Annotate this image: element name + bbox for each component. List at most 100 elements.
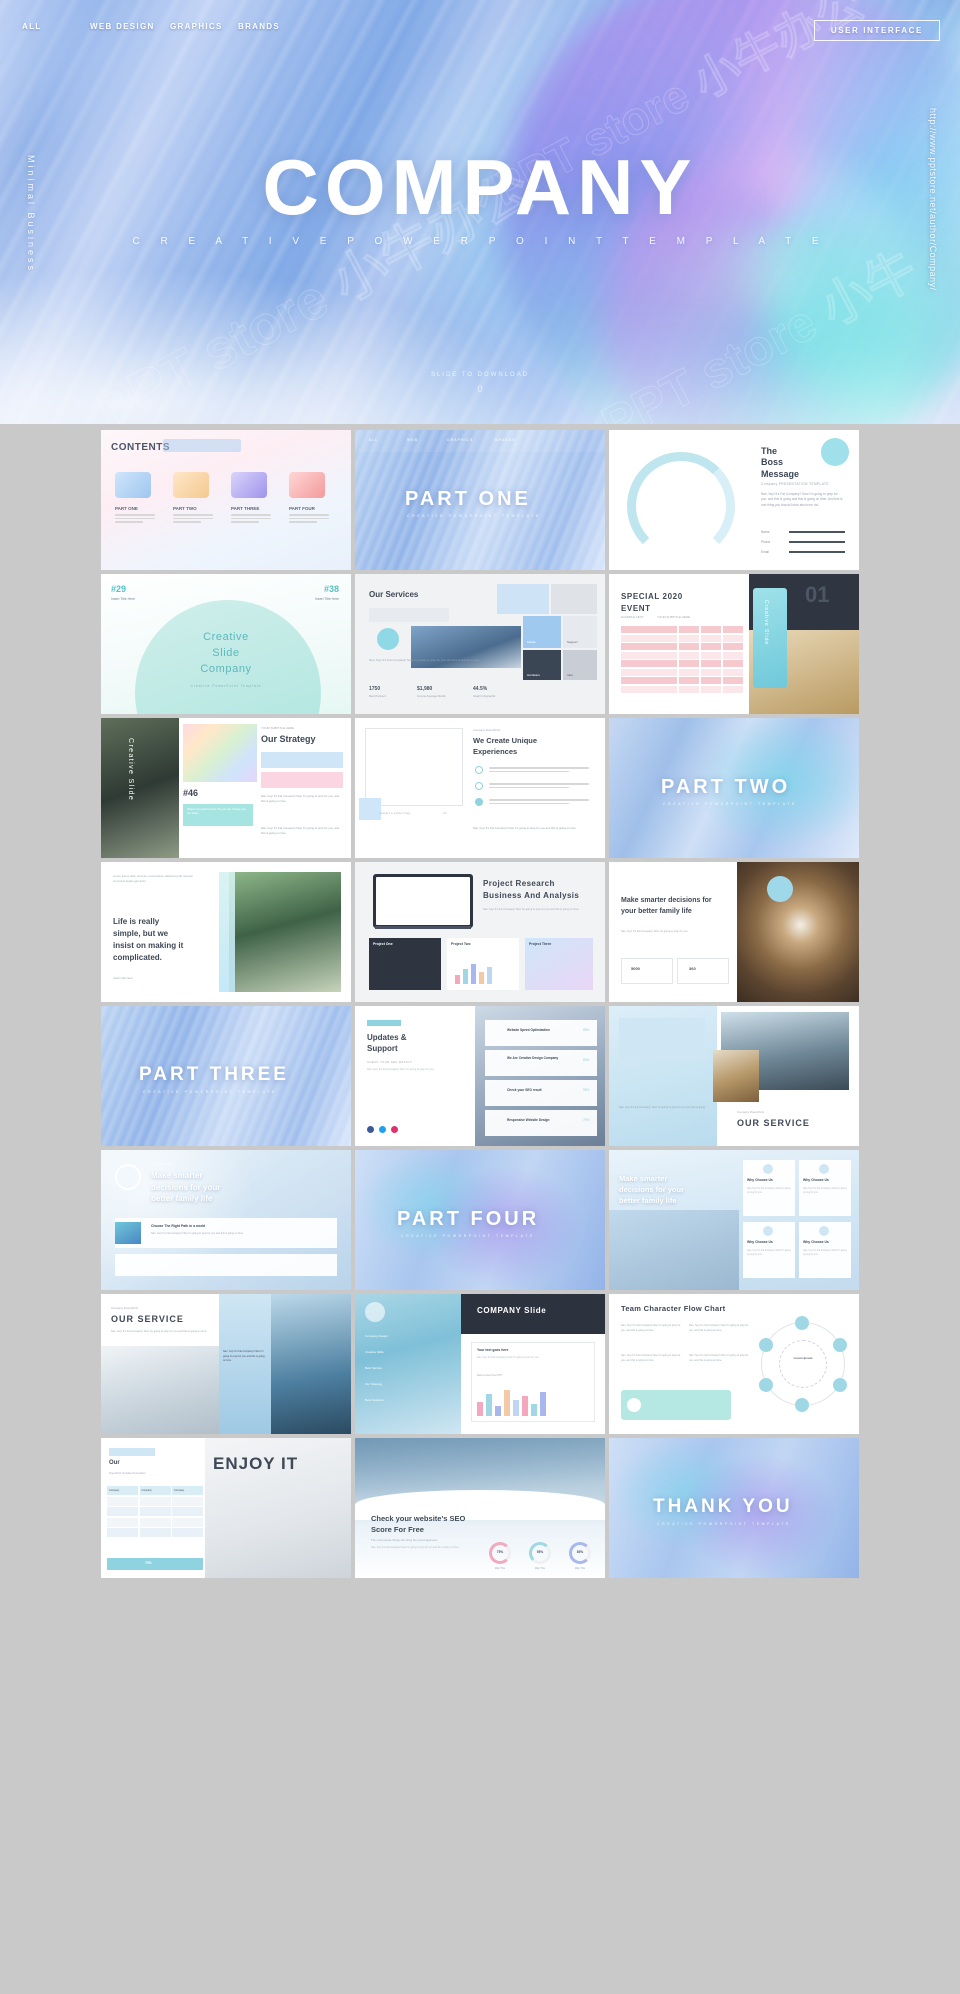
slide-thumb-part-two[interactable]: PART TWO CREATIVE POWERPOINT TEMPLATE [609, 718, 859, 858]
slide-thumb-part-one[interactable]: ALL WEB GRAPHICS BRANDS PART ONE CREATIV… [355, 430, 605, 570]
capsule-icon [289, 472, 325, 498]
menu-item[interactable]: Our Strategy [365, 1382, 382, 1386]
hero-nav[interactable]: ALL WEB DESIGN GRAPHICS BRANDS [22, 22, 310, 31]
slide-body: Nan, hey! It's Fat Company! Now I'm goin… [747, 1188, 791, 1194]
nav-item-graphics[interactable]: GRAPHICS [170, 22, 238, 31]
slide-thumb-company-slide[interactable]: COMPANY Slide Company Design Creative Sl… [355, 1294, 605, 1434]
slide-thumb-smarter-decisions-b[interactable]: Insert Title Here Make smarter decisions… [101, 1150, 351, 1290]
slide-sub: Choose The Right Path in a world [151, 1224, 206, 1228]
slide-thumb-updates-support[interactable]: Updates & Support CHECK YOUR SEO RESULT … [355, 1006, 605, 1146]
slide-thumb-smarter-decisions-a[interactable]: Make smarter decisions for your better f… [609, 862, 859, 1002]
twitter-icon[interactable] [379, 1126, 386, 1133]
label-left: Insert Title Here [111, 597, 135, 601]
slide-body: Nan, hey! It's Fat Company! Now I'm goin… [477, 1356, 540, 1359]
nav-item-brands[interactable]: BRANDS [238, 22, 310, 31]
slide-subtitle: Creative PowerPoint Template [190, 684, 262, 688]
tile-label: Idea [567, 673, 573, 677]
donut-label: Main Title [534, 1567, 546, 1570]
slide-thumb-part-four[interactable]: PART FOUR CREATIVE POWERPOINT TEMPLATE [355, 1150, 605, 1290]
person-icon [833, 1338, 847, 1352]
pager-label[interactable]: 4/4 [443, 812, 447, 815]
stat-value: 1750 [369, 686, 381, 692]
slide-body: Nan, hey! It's Fat Company! Now I'm goin… [261, 794, 340, 804]
instagram-icon[interactable] [391, 1126, 398, 1133]
label-right: Insert Title Here [315, 597, 339, 601]
menu-item[interactable]: Best Features [365, 1398, 384, 1402]
slide-caption: Change it to another image [379, 812, 411, 815]
slide-thumb-why-choose-us[interactable]: Make smarter decisions for your better f… [609, 1150, 859, 1290]
slide-title: SPECIAL 2020 [621, 592, 683, 601]
slide-kicker: Company PowerPoint [111, 1306, 139, 1310]
slide-thumb-team-chart[interactable]: Team Character Flow Chart Nan, hey! It's… [609, 1294, 859, 1434]
slide-note: Please use typed number this you can cha… [187, 808, 246, 816]
item-value: 80% [583, 1058, 590, 1062]
nav-item-all[interactable]: ALL [22, 22, 90, 31]
menu-item[interactable]: Creative Slide [365, 1350, 384, 1354]
slide-title: We Create Unique Experiences [473, 736, 538, 756]
card-label: PART THREE [231, 506, 260, 511]
slide-title: PART ONE [405, 488, 531, 510]
tile-label: Mobile [527, 640, 536, 644]
slide-title: Project Research Business And Analysis [483, 879, 580, 900]
slide-thumb-creative-slide[interactable]: #29 Insert Title Here #38 Insert Title H… [101, 574, 351, 714]
slide-title: PART FOUR [397, 1208, 540, 1230]
slide-thumb-part-three[interactable]: PART THREE CREATIVE POWERPOINT TEMPLATE [101, 1006, 351, 1146]
slide-kicker: YOUR SUBTITLE HERE [261, 726, 295, 730]
slide-body: Nan, hey! It's Fat Company! Now I'm goin… [619, 1106, 706, 1109]
slide-title: Make smarter decisions for your better f… [619, 1174, 685, 1205]
card-title: Your text goes here [477, 1348, 509, 1352]
slide-thumb-unique-experiences[interactable]: Company PowerPoint We Create Unique Expe… [355, 718, 605, 858]
stat-value: 44.5% [473, 686, 488, 692]
slide-body: Nan, hey! It's Fat Company! Now I'm goin… [803, 1250, 847, 1256]
slide-thumb-boss-message[interactable]: The Boss Message Company PRESENTATION TE… [609, 430, 859, 570]
field-label: Email [761, 550, 769, 554]
person-icon [833, 1378, 847, 1392]
user-interface-badge[interactable]: USER INTERFACE [813, 20, 940, 41]
slide-footer: Insert title here [113, 976, 133, 980]
nav-item-all[interactable]: ALL [369, 438, 378, 442]
slide-thumb-our-service-a[interactable]: Company PowerPoint OUR SERVICE Nan, hey!… [609, 1006, 859, 1146]
slide-quote: Life is really simple, but we insist on … [113, 917, 184, 962]
slide-body: Lorem ipsum dolor sit amet, consectetuer… [113, 874, 193, 884]
slide-body: Nan, hey! It's Fat Company! Now I'm goin… [151, 1232, 244, 1235]
slide-thumb-thank-you[interactable]: THANK YOU CREATIVE POWERPOINT TEMPLATE [609, 1438, 859, 1578]
slide-body: Nan, hey! It's Fat Company! Now I'm goin… [367, 1068, 435, 1071]
slide-thumb-life-simple[interactable]: Lorem ipsum dolor sit amet, consectetuer… [101, 862, 351, 1002]
facebook-icon[interactable] [367, 1126, 374, 1133]
slide-body-2: Nan, hey! It's Fat Company! Now I'm goin… [261, 826, 340, 836]
menu-item[interactable]: Best Service [365, 1366, 382, 1370]
card-label: PART FOUR [289, 506, 315, 511]
slide-thumb-special-event[interactable]: 01 Creative Slide SPECIAL 2020 EVENT EXA… [609, 574, 859, 714]
item-value: 75% [583, 1118, 590, 1122]
stat-label: Best Partners [369, 694, 386, 698]
nav-item-graphics[interactable]: GRAPHICS [447, 438, 473, 442]
slide-title: Make smarter decisions for your better f… [151, 1171, 221, 1204]
slide-thumb-our-services[interactable]: Our Services Mobile Support Hardware Ide… [355, 574, 605, 714]
slide-subtitle: CREATIVE POWERPOINT TEMPLATE [401, 1234, 535, 1238]
slide-thumb-contents[interactable]: CONTENTS PART ONE PART TWO PART THREE PA… [101, 430, 351, 570]
slide-thumb-our-service-b[interactable]: Company PowerPoint OUR SERVICE Nan, hey!… [101, 1294, 351, 1434]
slide-body: Nan, hey! It's Fat Company? Now I'm goin… [761, 492, 843, 507]
stat-label: Graph Infographic [473, 694, 496, 698]
slide-thumb-our-strategy[interactable]: Creative Slide YOUR SUBTITLE HERE Our St… [101, 718, 351, 858]
slide-thumb-our-enjoy[interactable]: Our PowerPoint Template Presentation ENJ… [101, 1438, 351, 1578]
slide-kicker: Company PowerPoint [473, 728, 501, 732]
nav-item-brands[interactable]: BRANDS [495, 438, 516, 442]
donut-label: Main Title [574, 1567, 586, 1570]
slide-body: Nan, hey! It's Fat Company! Now I'm goin… [621, 930, 689, 933]
logo-icon [115, 1164, 141, 1190]
slide-subtitle: CREATIVE POWERPOINT TEMPLATE [143, 1090, 277, 1094]
nav-item-web[interactable]: WEB [407, 438, 418, 442]
stat-value: 5000 [631, 966, 640, 971]
menu-item[interactable]: Company Design [365, 1334, 388, 1338]
slide-title: THANK YOU [653, 1496, 793, 1517]
field-label: Phone [761, 540, 771, 544]
slide-subtitle: CREATIVE POWERPOINT TEMPLATE [657, 1522, 791, 1526]
slide-thumb-project-research[interactable]: Project Research Business And Analysis N… [355, 862, 605, 1002]
slide-thumb-seo-score[interactable]: Check your website's SEO Score For Free … [355, 1438, 605, 1578]
item-label: Responsive Website Design [507, 1118, 550, 1122]
table-header: Company [107, 1486, 138, 1495]
slide-body-2: Nan, hey! It's Fat Company! Now I'm goin… [223, 1350, 265, 1362]
nav-item-web-design[interactable]: WEB DESIGN [90, 22, 170, 31]
slide-title: Team Character Flow Chart [621, 1304, 726, 1313]
